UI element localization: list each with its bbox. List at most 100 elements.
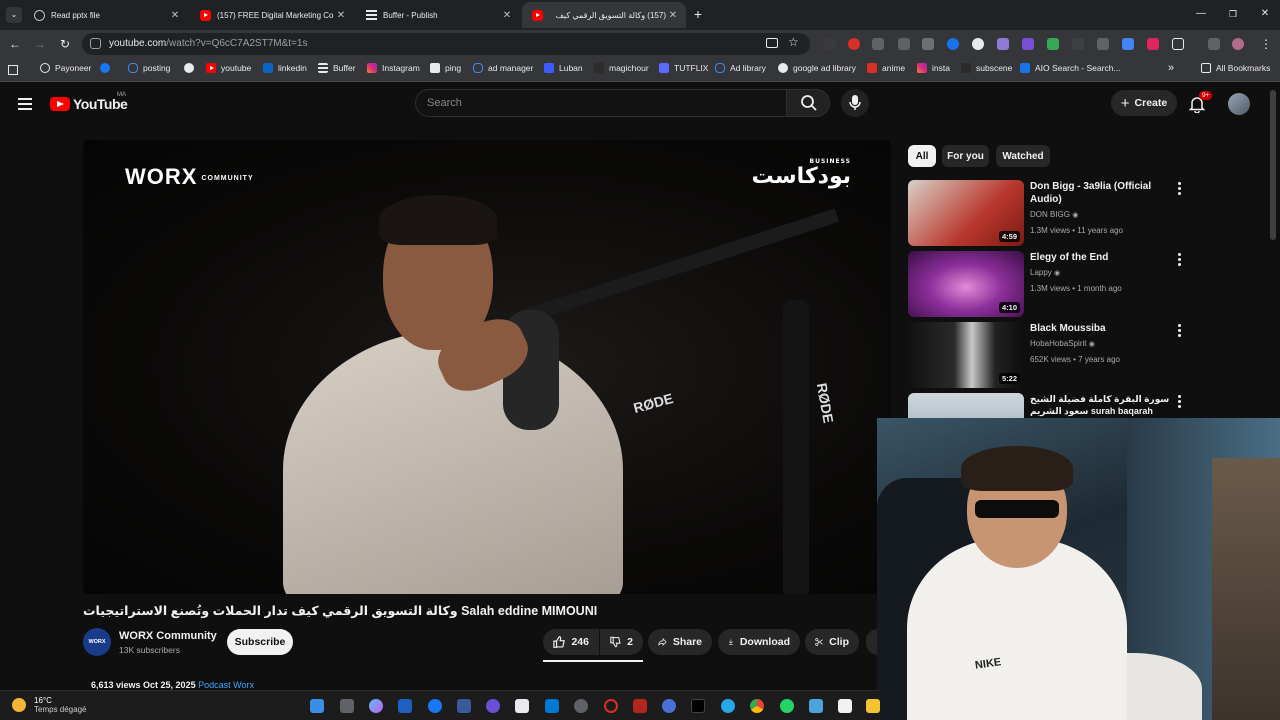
address-bar[interactable]: youtube.com/watch?v=Q6cC7A2ST7M&t=1s ☆ <box>82 33 810 55</box>
recommendation-text[interactable]: Elegy of the End Lappy ◉ 1.3M views • 1 … <box>1030 251 1170 295</box>
extension-blue-icon[interactable] <box>947 38 959 50</box>
more-options-kebab-icon[interactable] <box>1178 253 1182 268</box>
recommendation-item[interactable]: 5:22 Black Moussiba HobaHobaSpirit ◉ 652… <box>908 322 1188 388</box>
meta-app-icon[interactable] <box>428 699 442 713</box>
photos-icon[interactable] <box>809 699 823 713</box>
task-view-icon[interactable] <box>340 699 354 713</box>
bookmark-google-ad-library[interactable]: google ad library <box>778 63 856 73</box>
start-windows-icon[interactable] <box>310 699 324 713</box>
all-bookmarks[interactable]: All Bookmarks <box>1201 63 1270 73</box>
recommendation-item[interactable]: 4:59 Don Bigg - 3a9lia (Official Audio) … <box>908 180 1188 246</box>
bookmark-subscene[interactable]: subscene <box>961 63 1012 73</box>
tab-read-pptx[interactable]: Read pptx file ✕ <box>24 2 188 28</box>
new-tab-button[interactable]: + <box>690 6 706 22</box>
more-options-kebab-icon[interactable] <box>1178 324 1182 339</box>
bookmark-luban[interactable]: Luban <box>544 63 583 73</box>
bookmark-tutflix[interactable]: TUTFLIX <box>659 63 708 73</box>
apps-grid-icon[interactable] <box>8 65 18 75</box>
browser-menu-icon[interactable]: ⋮ <box>1258 36 1274 52</box>
tiktok-icon[interactable] <box>691 699 705 713</box>
extension-pink-icon[interactable] <box>1147 38 1159 50</box>
more-options-kebab-icon[interactable] <box>1178 182 1182 197</box>
extension-purple-icon[interactable] <box>997 38 1009 50</box>
tab-close-icon[interactable]: ✕ <box>666 10 680 21</box>
account-avatar[interactable] <box>1228 93 1250 115</box>
tab-search-chevron-icon[interactable]: ⌄ <box>6 7 22 23</box>
restore-button[interactable]: ❐ <box>1225 6 1241 22</box>
video-description-preview[interactable]: 6,613 views Oct 25, 2025 Podcast Worx <box>91 680 254 690</box>
video-editor-icon[interactable] <box>633 699 647 713</box>
bookmark-posting[interactable]: posting <box>128 63 170 73</box>
file-explorer-icon[interactable] <box>866 699 880 713</box>
notion-icon[interactable] <box>838 699 852 713</box>
bookmark-facebook[interactable] <box>100 63 115 73</box>
video-thumbnail[interactable] <box>908 393 1024 418</box>
chip-all[interactable]: All <box>908 145 936 167</box>
bookmark-aio-search[interactable]: AIO Search - Search... <box>1020 63 1121 73</box>
bookmark-youtube[interactable]: youtube <box>206 63 251 73</box>
bookmark-ad-library[interactable]: Ad library <box>715 63 766 73</box>
store-icon[interactable] <box>515 699 529 713</box>
more-options-kebab-icon[interactable] <box>1178 395 1182 410</box>
opera-icon[interactable] <box>604 699 618 713</box>
search-button[interactable] <box>786 89 830 117</box>
extension-grid-icon[interactable] <box>922 38 934 50</box>
video-thumbnail[interactable]: 4:10 <box>908 251 1024 317</box>
chrome-icon[interactable] <box>750 699 764 713</box>
video-thumbnail[interactable]: 5:22 <box>908 322 1024 388</box>
recommendation-item[interactable]: سورة البقرة كاملة فضيلة الشيخ سعود الشري… <box>908 393 1188 418</box>
subscribe-button[interactable]: Subscribe <box>227 629 293 655</box>
bookmark-star-icon[interactable]: ☆ <box>788 35 799 49</box>
cursor-app-icon[interactable] <box>457 699 471 713</box>
bookmark-google[interactable] <box>184 63 199 73</box>
bookmark-buffer[interactable]: Buffer <box>318 63 356 73</box>
extension-white-icon[interactable] <box>972 38 984 50</box>
bookmark-instagram[interactable]: Instagram <box>367 63 420 73</box>
tab-close-icon[interactable]: ✕ <box>500 10 514 21</box>
more-bookmarks-chevron-icon[interactable]: » <box>1168 62 1174 74</box>
outlook-icon[interactable] <box>545 699 559 713</box>
page-scrollbar[interactable] <box>1270 90 1276 240</box>
install-app-icon[interactable] <box>766 38 778 48</box>
bookmark-payoneer[interactable]: Payoneer <box>40 63 91 73</box>
clip-button[interactable]: Clip <box>805 629 859 655</box>
recommendation-item[interactable]: 4:10 Elegy of the End Lappy ◉ 1.3M views… <box>908 251 1188 317</box>
bookmark-ping[interactable]: ping <box>430 63 461 73</box>
tab-close-icon[interactable]: ✕ <box>168 10 182 21</box>
voice-search-button[interactable] <box>841 89 869 117</box>
copilot-icon[interactable] <box>369 699 383 713</box>
reload-icon[interactable]: ↻ <box>57 36 73 52</box>
profile-icon[interactable] <box>1232 38 1244 50</box>
extension-camera-icon[interactable] <box>898 38 910 50</box>
extension-violet-icon[interactable] <box>1022 38 1034 50</box>
search-input[interactable]: Search <box>415 89 787 117</box>
bookmark-linkedin[interactable]: linkedin <box>263 63 307 73</box>
video-thumbnail[interactable]: 4:59 <box>908 180 1024 246</box>
extension-dark-icon[interactable] <box>1072 38 1084 50</box>
video-player[interactable]: RØDE RØDE WORX COMMUNITY بودكاست BUSINESS <box>83 140 891 594</box>
extension-blue-square-icon[interactable] <box>1122 38 1134 50</box>
channel-name[interactable]: WORX Community <box>119 630 217 642</box>
tab-digital-marketing[interactable]: (157) FREE Digital Marketing Co ✕ <box>190 2 354 28</box>
media-control-icon[interactable] <box>1208 38 1220 50</box>
bookmark-magichour[interactable]: magichour <box>594 63 649 73</box>
extension-tool-icon[interactable] <box>1097 38 1109 50</box>
download-button[interactable]: Download <box>718 629 800 655</box>
description-hashtag-link[interactable]: Podcast Worx <box>198 680 254 690</box>
extension-gamepad-icon[interactable] <box>872 38 884 50</box>
tab-close-icon[interactable]: ✕ <box>334 10 348 21</box>
purple-app-icon[interactable] <box>486 699 500 713</box>
recommendation-text[interactable]: Don Bigg - 3a9lia (Official Audio) DON B… <box>1030 180 1170 237</box>
forward-arrow-icon[interactable]: → <box>32 36 48 52</box>
blue-circle-app-icon[interactable] <box>662 699 676 713</box>
whatsapp-icon[interactable] <box>780 699 794 713</box>
share-button[interactable]: Share <box>648 629 712 655</box>
settings-gear-icon[interactable] <box>574 699 588 713</box>
youtube-logo[interactable]: YouTube MA <box>50 92 128 112</box>
tab-active-youtube[interactable]: (157) وكالة التسويق الرقمي كيف ✕ <box>522 2 686 28</box>
l-app-icon[interactable] <box>398 699 412 713</box>
weather-widget[interactable]: 16°C Temps dégagé <box>12 696 86 714</box>
recommendation-text[interactable]: Black Moussiba HobaHobaSpirit ◉ 652K vie… <box>1030 322 1170 366</box>
extension-fx-icon[interactable] <box>824 38 836 50</box>
chip-watched[interactable]: Watched <box>996 145 1050 167</box>
